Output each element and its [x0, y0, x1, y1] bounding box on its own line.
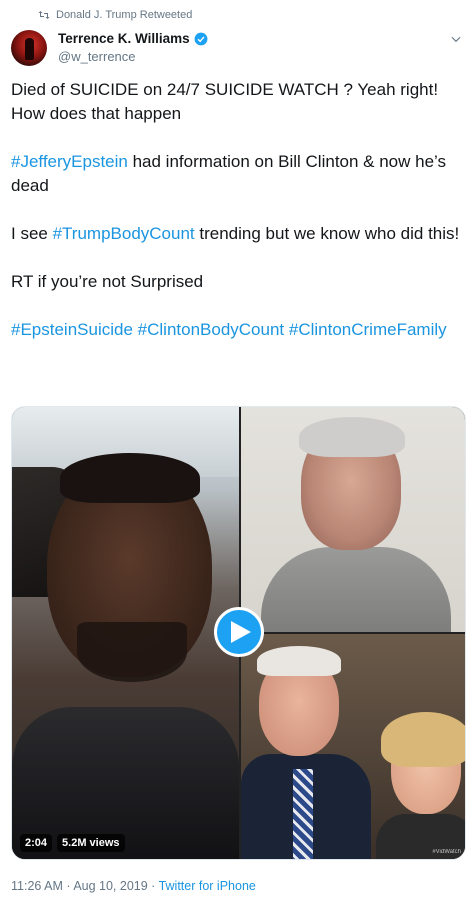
hashtag-link[interactable]: #TrumpBodyCount — [53, 224, 195, 243]
meta-separator: · — [62, 879, 74, 893]
play-button[interactable] — [214, 607, 264, 657]
video-badges: 2:04 5.2M views — [20, 834, 125, 852]
hashtag-link[interactable]: #EpsteinSuicide — [11, 320, 133, 339]
retweet-header: Donald J. Trump Retweeted — [38, 9, 192, 21]
video-panel-left — [12, 407, 239, 859]
hashtag-link[interactable]: #ClintonBodyCount — [138, 320, 284, 339]
verified-badge-icon — [194, 32, 208, 45]
author-block[interactable]: Terrence K. Williams @w_terrence — [58, 31, 208, 64]
video-duration-badge: 2:04 — [20, 834, 53, 852]
retweet-label: Donald J. Trump Retweeted — [56, 9, 193, 21]
video-views-badge: 5.2M views — [57, 834, 125, 852]
avatar[interactable] — [11, 30, 47, 66]
hashtag-link[interactable]: #ClintonCrimeFamily — [289, 320, 447, 339]
hashtag-link[interactable]: #JefferyEpstein — [11, 152, 128, 171]
tweet-text-segment: Died of SUICIDE on 24/7 SUICIDE WATCH ? … — [11, 80, 439, 123]
video-watermark: #VidWatch — [432, 849, 461, 855]
tweet-paragraph: I see #TrumpBodyCount trending but we kn… — [11, 222, 466, 246]
video-player[interactable]: #VidWatch 2:04 5.2M views — [11, 406, 466, 860]
tweet-paragraph: #EpsteinSuicide #ClintonBodyCount #Clint… — [11, 318, 466, 342]
tweet-header: Terrence K. Williams @w_terrence — [11, 30, 463, 70]
tweet-text-segment: trending but we know who did this! — [194, 224, 460, 243]
meta-separator: · — [147, 879, 159, 893]
tweet-text-segment: I see — [11, 224, 53, 243]
tweet-date[interactable]: Aug 10, 2019 — [73, 879, 147, 893]
play-icon — [231, 621, 251, 643]
tweet-text-segment: RT if you’re not Surprised — [11, 272, 204, 291]
video-panel-top-right — [241, 407, 465, 632]
retweet-icon — [38, 11, 50, 19]
display-name-text[interactable]: Terrence K. Williams — [58, 31, 190, 46]
chevron-down-icon[interactable] — [449, 32, 463, 46]
display-name[interactable]: Terrence K. Williams — [58, 31, 208, 46]
video-panel-bottom-right: #VidWatch — [241, 634, 465, 859]
tweet-source-link[interactable]: Twitter for iPhone — [159, 879, 256, 893]
tweet-paragraph: RT if you’re not Surprised — [11, 270, 466, 294]
tweet-text: Died of SUICIDE on 24/7 SUICIDE WATCH ? … — [11, 78, 466, 342]
author-handle[interactable]: @w_terrence — [58, 49, 208, 64]
tweet-paragraph: Died of SUICIDE on 24/7 SUICIDE WATCH ? … — [11, 78, 466, 126]
tweet-time[interactable]: 11:26 AM — [11, 879, 63, 893]
tweet-paragraph: #JefferyEpstein had information on Bill … — [11, 150, 466, 198]
tweet-metadata: 11:26 AM · Aug 10, 2019 · Twitter for iP… — [11, 879, 256, 893]
